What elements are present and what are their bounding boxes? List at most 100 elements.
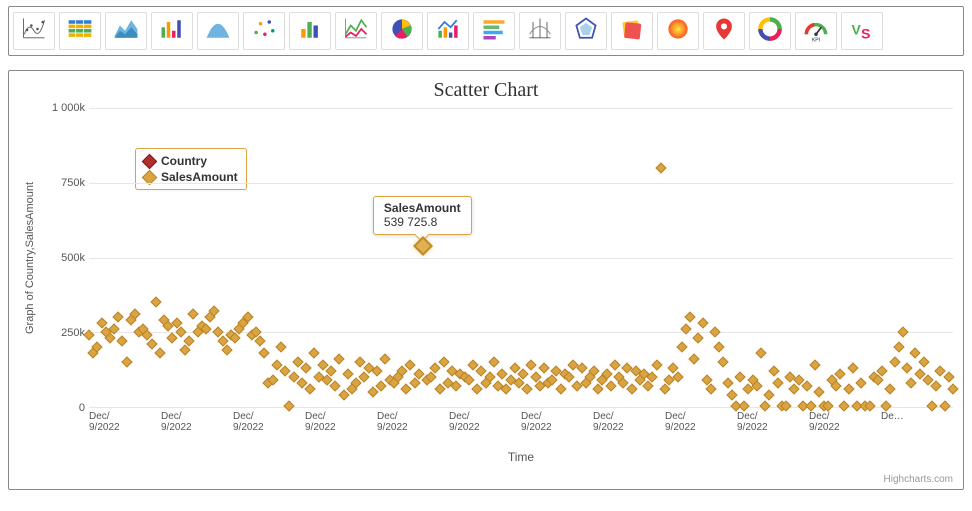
scatter-point[interactable]: [893, 342, 904, 353]
svg-text:V: V: [852, 21, 862, 37]
scatter-point[interactable]: [334, 353, 345, 364]
sunburst-button[interactable]: [657, 12, 699, 50]
x-axis-tick: Dec/ 9/2022: [233, 408, 305, 450]
scatter-point[interactable]: [889, 356, 900, 367]
scatter-point[interactable]: [655, 162, 666, 173]
scatter-point[interactable]: [526, 359, 537, 370]
scatter-point[interactable]: [897, 327, 908, 338]
chart-credits[interactable]: Highcharts.com: [884, 474, 953, 485]
scatter-point[interactable]: [154, 348, 165, 359]
scatter-point[interactable]: [342, 368, 353, 379]
scatter-point[interactable]: [380, 353, 391, 364]
scatter-point[interactable]: [309, 348, 320, 359]
bell-curve-button[interactable]: [197, 12, 239, 50]
scatter-point[interactable]: [810, 359, 821, 370]
scatter-sketch-button[interactable]: [13, 12, 55, 50]
scatter-point[interactable]: [764, 389, 775, 400]
scatter-point[interactable]: [947, 383, 958, 394]
gauge-kpi-button[interactable]: KPI: [795, 12, 837, 50]
combo-chart-button[interactable]: [427, 12, 469, 50]
scatter-point[interactable]: [684, 312, 695, 323]
scatter-point[interactable]: [755, 348, 766, 359]
donut-button[interactable]: [749, 12, 791, 50]
scatter-point[interactable]: [718, 356, 729, 367]
scatter-point[interactable]: [709, 327, 720, 338]
scatter-point[interactable]: [689, 353, 700, 364]
scatter-point[interactable]: [150, 297, 161, 308]
map-pin-button[interactable]: [703, 12, 745, 50]
scatter-point[interactable]: [856, 377, 867, 388]
scatter-point[interactable]: [651, 359, 662, 370]
bar-chart-button[interactable]: [289, 12, 331, 50]
scatter-point[interactable]: [522, 383, 533, 394]
scatter-point[interactable]: [676, 342, 687, 353]
gauge-kpi-icon: KPI: [801, 15, 831, 48]
scatter-point[interactable]: [305, 383, 316, 394]
scatter-point[interactable]: [931, 380, 942, 391]
column-chart-button[interactable]: [151, 12, 193, 50]
scatter-sketch-icon: [19, 15, 49, 48]
scatter-point[interactable]: [910, 348, 921, 359]
vs-button[interactable]: VS: [841, 12, 883, 50]
table-button[interactable]: [59, 12, 101, 50]
scatter-color-button[interactable]: [243, 12, 285, 50]
scatter-point[interactable]: [814, 386, 825, 397]
legend-item-country[interactable]: Country: [144, 153, 238, 169]
pie-chart-button[interactable]: [381, 12, 423, 50]
scatter-point[interactable]: [188, 309, 199, 320]
card-button[interactable]: [611, 12, 653, 50]
scatter-point[interactable]: [146, 339, 157, 350]
scatter-point[interactable]: [714, 342, 725, 353]
scatter-point[interactable]: [259, 348, 270, 359]
scatter-point[interactable]: [734, 371, 745, 382]
svg-text:KPI: KPI: [812, 37, 820, 43]
line-chart-button[interactable]: [335, 12, 377, 50]
scatter-point[interactable]: [538, 362, 549, 373]
scatter-point[interactable]: [401, 383, 412, 394]
y-axis-tick: 750k: [61, 177, 85, 189]
tooltip-value: 539 725.8: [384, 215, 461, 229]
scatter-point[interactable]: [847, 362, 858, 373]
scatter-point[interactable]: [121, 356, 132, 367]
plot-area[interactable]: Country SalesAmount SalesAmount 539 725.…: [89, 108, 953, 408]
scatter-point[interactable]: [488, 356, 499, 367]
scatter-point[interactable]: [438, 356, 449, 367]
scatter-point[interactable]: [300, 362, 311, 373]
scatter-point[interactable]: [843, 383, 854, 394]
line-chart-icon: [341, 15, 371, 48]
scatter-point[interactable]: [697, 318, 708, 329]
scatter-point[interactable]: [605, 380, 616, 391]
map-pin-icon: [709, 15, 739, 48]
scatter-point[interactable]: [555, 383, 566, 394]
scatter-point[interactable]: [413, 236, 433, 256]
polygon-chart-button[interactable]: [565, 12, 607, 50]
scatter-point[interactable]: [801, 380, 812, 391]
range-chart-icon: [525, 15, 555, 48]
scatter-point[interactable]: [275, 342, 286, 353]
scatter-point[interactable]: [451, 380, 462, 391]
list-chart-button[interactable]: [473, 12, 515, 50]
scatter-point[interactable]: [772, 377, 783, 388]
range-chart-button[interactable]: [519, 12, 561, 50]
scatter-point[interactable]: [918, 356, 929, 367]
legend-marker-country: [142, 153, 158, 169]
scatter-point[interactable]: [885, 383, 896, 394]
scatter-point[interactable]: [254, 336, 265, 347]
scatter-point[interactable]: [330, 380, 341, 391]
scatter-point[interactable]: [609, 359, 620, 370]
scatter-point[interactable]: [167, 333, 178, 344]
scatter-point[interactable]: [472, 383, 483, 394]
scatter-point[interactable]: [943, 371, 954, 382]
scatter-point[interactable]: [722, 377, 733, 388]
scatter-point[interactable]: [693, 333, 704, 344]
scatter-point[interactable]: [113, 312, 124, 323]
scatter-point[interactable]: [626, 383, 637, 394]
y-axis-tick: 250k: [61, 327, 85, 339]
scatter-point[interactable]: [901, 362, 912, 373]
area-chart-button[interactable]: [105, 12, 147, 50]
scatter-point[interactable]: [726, 389, 737, 400]
scatter-point[interactable]: [906, 377, 917, 388]
sunburst-icon: [663, 15, 693, 48]
scatter-point[interactable]: [768, 365, 779, 376]
scatter-point[interactable]: [117, 336, 128, 347]
